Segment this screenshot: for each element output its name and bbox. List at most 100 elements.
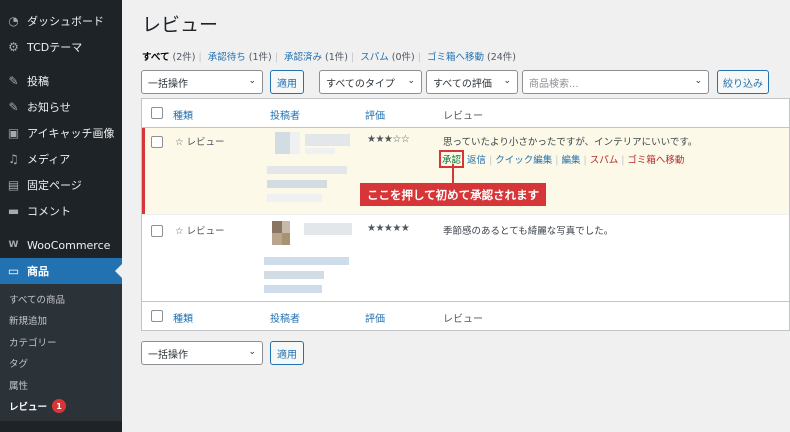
filter-spam[interactable]: スパム [360,52,389,63]
author-ip-blurred [264,285,322,293]
sidebar-item-label: アイキャッチ画像 [27,127,115,140]
comment-icon: ▬ [7,204,20,218]
filter-trash-count: (24件) [487,52,517,63]
rating-filter-select[interactable]: すべての評価 ⌄ [426,70,518,94]
submenu-add-new[interactable]: 新規追加 [0,310,122,332]
sidebar-item-dashboard[interactable]: ◔ ダッシュボード [0,8,122,34]
callout-pointer [452,164,454,184]
sidebar-item-label: お知らせ [27,101,71,114]
spam-link[interactable]: スパム [590,155,619,166]
row-checkbox[interactable] [151,136,163,148]
chevron-down-icon: ⌄ [248,347,256,357]
review-text: 季節感のあるとても綺麗な写真でした。 [443,226,614,237]
author-name-blurred [305,134,350,146]
column-review: レビュー [443,314,483,325]
column-type[interactable]: 種類 [173,310,193,325]
author-url-blurred [267,180,327,188]
reviews-table: 種類 投稿者 評価 レビュー ☆ レビュー ★★★☆☆ 思っていたより小さかった… [141,98,790,331]
sidebar-item-news[interactable]: ✎ お知らせ [0,94,122,120]
edit-link[interactable]: 編集 [561,155,580,166]
bulk-action-select-bottom[interactable]: 一括操作 ⌄ [141,341,263,365]
author-avatar-blurred [290,132,300,154]
author-url-blurred [264,271,324,279]
row-checkbox[interactable] [151,225,163,237]
sidebar-item-label: メディア [27,153,71,166]
bulk-action-select[interactable]: 一括操作 ⌄ [141,70,263,94]
dashboard-icon: ◔ [8,14,19,28]
rating-filter-value: すべての評価 [433,78,492,90]
column-rating[interactable]: 評価 [365,107,385,122]
rating-stars: ★★★☆☆ [367,134,410,145]
column-author[interactable]: 投稿者 [270,310,300,325]
submenu-reviews-label: レビュー [9,402,48,414]
sidebar-item-label: TCDテーマ [27,41,83,54]
table-footer: 種類 投稿者 評価 レビュー [142,301,789,330]
pin-icon: ✎ [8,100,19,114]
products-submenu: すべての商品 新規追加 カテゴリー タグ 属性 レビュー 1 [0,284,122,421]
submenu-categories[interactable]: カテゴリー [0,331,122,353]
media-icon: ♫ [8,152,19,166]
author-avatar-blurred [282,221,290,233]
author-avatar-blurred [272,233,282,245]
author-ip-blurred [267,194,322,202]
apply-button-bottom[interactable]: 適用 [270,341,304,365]
sidebar-item-label: 固定ページ [27,179,82,192]
filter-spam-count: (0件) [391,52,415,63]
bulk-action-value: 一括操作 [148,78,188,90]
author-name-blurred [305,148,335,154]
sidebar-item-label: 投稿 [27,75,49,88]
quick-edit-link[interactable]: クイック編集 [495,155,552,166]
sidebar-item-comments[interactable]: ▬ コメント [0,198,122,224]
trash-link[interactable]: ゴミ箱へ移動 [627,155,684,166]
select-all-checkbox[interactable] [151,107,163,119]
filter-pending[interactable]: 承認待ち [208,52,246,63]
reply-link[interactable]: 返信 [467,155,486,166]
chevron-down-icon: ⌄ [407,76,415,86]
apply-button[interactable]: 適用 [270,70,304,94]
author-email-blurred [264,257,349,265]
image-icon: ▣ [7,126,20,140]
sidebar-item-pages[interactable]: ▤ 固定ページ [0,172,122,198]
page-title: レビュー [142,14,219,36]
table-row: ☆ レビュー ★★★★★ 季節感のあるとても綺麗な写真でした。 [142,214,789,302]
submenu-all-products[interactable]: すべての商品 [0,288,122,310]
admin-sidebar: ◔ ダッシュボード ⚙ TCDテーマ ✎ 投稿 ✎ お知らせ ▣ アイキャッチ画像 ♫ メデ… [0,0,122,432]
filter-pending-count: (1件) [248,52,272,63]
sidebar-item-media[interactable]: ♫ メディア [0,146,122,172]
column-type[interactable]: 種類 [173,107,193,122]
sidebar-item-label: WooCommerce [27,238,111,252]
sidebar-item-label: ダッシュボード [27,15,104,28]
product-search-input[interactable]: 商品検索... ⌄ [522,70,709,94]
annotation-callout: ここを押して初めて承認されます [360,183,547,206]
filter-all[interactable]: すべて [142,52,169,63]
author-name-blurred [304,223,352,235]
sidebar-item-tcd-theme[interactable]: ⚙ TCDテーマ [0,34,122,60]
table-header: 種類 投稿者 評価 レビュー [142,99,789,128]
sidebar-item-products[interactable]: ▭ 商品 [0,258,122,284]
review-type: ☆ レビュー [175,137,225,148]
submenu-attributes[interactable]: 属性 [0,374,122,396]
filter-approved-count: (1件) [325,52,348,63]
filter-button[interactable]: 絞り込み [717,70,769,94]
select-all-checkbox[interactable] [151,310,163,322]
gear-icon: ⚙ [8,40,19,54]
woocommerce-icon: W [8,240,19,250]
sidebar-item-posts[interactable]: ✎ 投稿 [0,68,122,94]
author-avatar-blurred [282,233,290,245]
page-icon: ▤ [7,178,20,192]
sidebar-item-featured-image[interactable]: ▣ アイキャッチ画像 [0,120,122,146]
column-review: レビュー [443,111,483,122]
sidebar-item-woocommerce[interactable]: W WooCommerce [0,232,122,258]
chevron-down-icon: ⌄ [503,76,511,86]
filter-trash[interactable]: ゴミ箱へ移動 [427,52,484,63]
filter-all-count: (2件) [172,52,196,63]
submenu-tags[interactable]: タグ [0,353,122,375]
column-author[interactable]: 投稿者 [270,107,300,122]
pending-count-badge: 1 [52,399,67,414]
filter-approved[interactable]: 承認済み [284,52,322,63]
rating-stars: ★★★★★ [367,223,410,234]
main-content: レビュー すべて (2件) | 承認待ち (1件) | 承認済み (1件) | スパム… [122,0,790,432]
column-rating[interactable]: 評価 [365,310,385,325]
type-filter-select[interactable]: すべてのタイプ ⌄ [319,70,422,94]
submenu-reviews[interactable]: レビュー 1 [0,396,122,418]
